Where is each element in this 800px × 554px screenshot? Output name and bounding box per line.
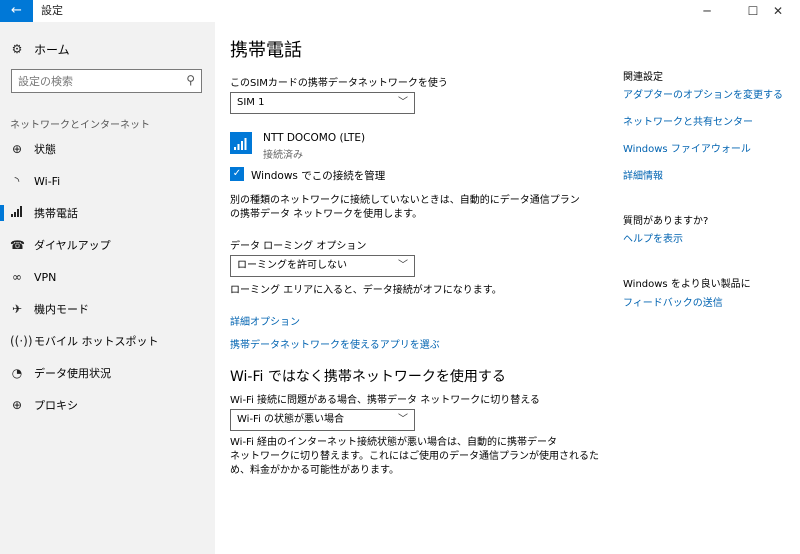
title-bar: ← 設定 ─ ☐ ✕ — [0, 0, 800, 22]
home-label: ホーム — [34, 42, 70, 57]
manage-description-line2: の携帯データ ネットワークを使用します。 — [230, 209, 423, 220]
page-title: 携帯電話 — [230, 40, 302, 61]
chevron-down-icon: ﹀ — [398, 260, 408, 271]
sidebar-item-label: モバイル ホットスポット — [34, 335, 159, 348]
close-button[interactable]: ✕ — [756, 0, 800, 22]
wifi-icon: ◝ — [14, 174, 20, 188]
sidebar-item-cellular[interactable]: 携帯電話 — [0, 199, 215, 227]
sidebar: ⚙ ホーム ⚲ ネットワークとインターネット ⊕ 状態 ◝ Wi-Fi 携帯電話… — [0, 22, 215, 554]
proxy-globe-icon: ⊕ — [11, 398, 23, 412]
wifi-description-line3: め、料金がかかる可能性があります。 — [230, 465, 399, 476]
question-heading: 質問がありますか? — [623, 216, 709, 227]
sim-select[interactable]: SIM 1 ﹀ — [230, 92, 415, 114]
signal-strength-icon — [230, 132, 252, 154]
dialup-icon: ☎ — [10, 238, 25, 252]
sidebar-item-label: 機内モード — [34, 303, 89, 316]
sidebar-item-data-usage[interactable]: ◔ データ使用状況 — [0, 359, 215, 387]
choose-apps-link[interactable]: 携帯データネットワークを使えるアプリを選ぶ — [230, 336, 440, 351]
roaming-select[interactable]: ローミングを許可しない ﹀ — [230, 255, 415, 277]
sim-select-value: SIM 1 — [237, 97, 265, 108]
sidebar-item-vpn[interactable]: ∞ VPN — [0, 263, 215, 291]
feedback-link[interactable]: フィードバックの送信 — [623, 294, 723, 309]
search-icon[interactable]: ⚲ — [186, 73, 195, 87]
sidebar-item-label: 状態 — [34, 143, 56, 156]
wifi-switch-select[interactable]: Wi-Fi の状態が悪い場合 ﹀ — [230, 409, 415, 431]
wifi-switch-select-value: Wi-Fi の状態が悪い場合 — [237, 414, 345, 425]
app-title: 設定 — [41, 4, 63, 17]
sidebar-item-airplane-mode[interactable]: ✈ 機内モード — [0, 295, 215, 323]
sidebar-item-label: VPN — [34, 270, 57, 284]
sidebar-item-mobile-hotspot[interactable]: ((·)) モバイル ホットスポット — [0, 327, 215, 355]
roaming-description: ローミング エリアに入ると、データ接続がオフになります。 — [230, 285, 502, 296]
data-usage-icon: ◔ — [11, 366, 23, 380]
search-box[interactable]: ⚲ — [11, 69, 202, 93]
manage-connection-label[interactable]: Windows でこの接続を管理 — [251, 168, 385, 183]
wifi-description-line1: Wi-Fi 経由のインターネット接続状態が悪い場合は、自動的に携帯データ — [230, 437, 558, 448]
windows-firewall-link[interactable]: Windows ファイアウォール — [623, 140, 751, 155]
improve-windows-heading: Windows をより良い製品に — [623, 279, 751, 290]
search-input[interactable] — [12, 70, 177, 92]
roaming-label: データ ローミング オプション — [230, 241, 367, 252]
roaming-select-value: ローミングを許可しない — [237, 260, 347, 271]
sidebar-item-status[interactable]: ⊕ 状態 — [0, 135, 215, 163]
main-content: 携帯電話 このSIMカードの携帯データネットワークを使う SIM 1 ﹀ NTT… — [215, 22, 800, 554]
sidebar-item-proxy[interactable]: ⊕ プロキシ — [0, 391, 215, 419]
manage-description-line1: 別の種類のネットワークに接続していないときは、自動的にデータ通信プラン — [230, 195, 580, 206]
advanced-options-link[interactable]: 詳細オプション — [230, 313, 300, 328]
sidebar-item-wifi[interactable]: ◝ Wi-Fi — [0, 167, 215, 195]
home-nav-item[interactable]: ⚙ ホーム — [10, 40, 70, 58]
wifi-section-title: Wi-Fi ではなく携帯ネットワークを使用する — [230, 369, 506, 385]
details-link[interactable]: 詳細情報 — [623, 167, 663, 182]
carrier-status: 接続済み — [263, 150, 303, 161]
cellular-icon — [10, 206, 24, 220]
sidebar-item-label: 携帯電話 — [34, 207, 78, 220]
carrier-name: NTT DOCOMO (LTE) — [263, 132, 366, 144]
network-sharing-center-link[interactable]: ネットワークと共有センター — [623, 113, 753, 128]
sidebar-item-label: ダイヤルアップ — [34, 239, 111, 252]
sidebar-item-label: プロキシ — [34, 399, 78, 412]
chevron-down-icon: ﹀ — [398, 414, 408, 425]
help-link[interactable]: ヘルプを表示 — [623, 230, 683, 245]
minimize-icon: ─ — [703, 4, 711, 18]
back-button[interactable]: ← — [0, 0, 33, 22]
chevron-down-icon: ﹀ — [398, 97, 408, 108]
wifi-switch-label: Wi-Fi 接続に問題がある場合、携帯データ ネットワークに切り替える — [230, 395, 540, 406]
sidebar-item-label: データ使用状況 — [34, 367, 111, 380]
hotspot-icon: ((·)) — [10, 334, 33, 348]
related-settings-heading: 関連設定 — [623, 72, 663, 83]
sim-label: このSIMカードの携帯データネットワークを使う — [230, 78, 448, 89]
wifi-description-line2: ネットワークに切り替えます。これにはご使用のデータ通信プランが使用されるた — [230, 451, 599, 462]
globe-icon: ⊕ — [11, 142, 23, 156]
back-arrow-icon: ← — [11, 3, 22, 18]
checkmark-icon: ✓ — [232, 168, 242, 179]
airplane-icon: ✈ — [11, 302, 23, 316]
vpn-icon: ∞ — [12, 270, 22, 284]
sidebar-item-dialup[interactable]: ☎ ダイヤルアップ — [0, 231, 215, 259]
adapter-options-link[interactable]: アダプターのオプションを変更する — [623, 86, 783, 101]
minimize-button[interactable]: ─ — [684, 0, 730, 22]
manage-connection-checkbox[interactable]: ✓ — [230, 167, 244, 181]
close-icon: ✕ — [772, 4, 784, 18]
gear-icon: ⚙ — [11, 42, 23, 56]
section-heading: ネットワークとインターネット — [10, 120, 150, 131]
sidebar-item-label: Wi-Fi — [34, 174, 61, 188]
